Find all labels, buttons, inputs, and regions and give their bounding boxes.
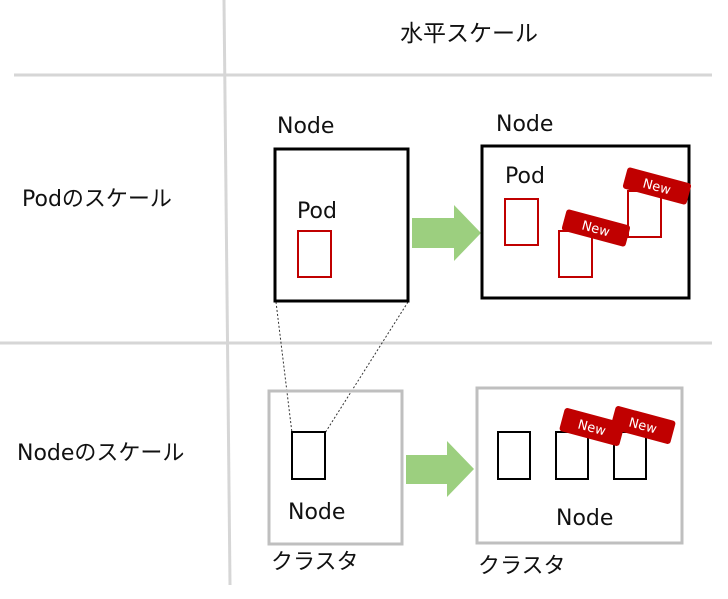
pod-scale-arrow [412,205,481,261]
pod-after-node-label: Node [496,112,554,137]
pod-after-pod-2 [558,230,593,278]
node-before-node-box [291,431,326,480]
zoom-line-right [324,301,409,434]
pod-after-pod-3 [627,190,662,238]
pod-before-pod-box [297,230,332,278]
pod-before-node-box [273,147,410,303]
node-scale-arrow [406,441,474,497]
node-before-cluster-label: クラスタ [271,550,359,575]
scaling-diagram: New New New New [0,0,712,586]
node-after-node-2 [555,431,589,480]
row-label-pod-scale: Podのスケール [22,187,172,212]
node-after-node-label: Node [556,506,614,531]
row-label-node-scale: Nodeのスケール [17,441,185,466]
pod-after-pod-1 [504,198,539,246]
node-after-cluster-label: クラスタ [478,554,566,579]
node-before-node-label: Node [288,500,346,525]
zoom-line-left [275,301,293,434]
new-badge: New [622,167,692,205]
header-title: 水平スケール [400,21,538,47]
pod-before-node-label: Node [277,114,335,139]
vertical-divider [222,0,232,586]
pod-before-pod-label: Pod [297,199,337,224]
node-after-node-1 [497,431,531,480]
pod-after-pod-label: Pod [505,164,545,189]
new-badge: New [561,209,631,247]
